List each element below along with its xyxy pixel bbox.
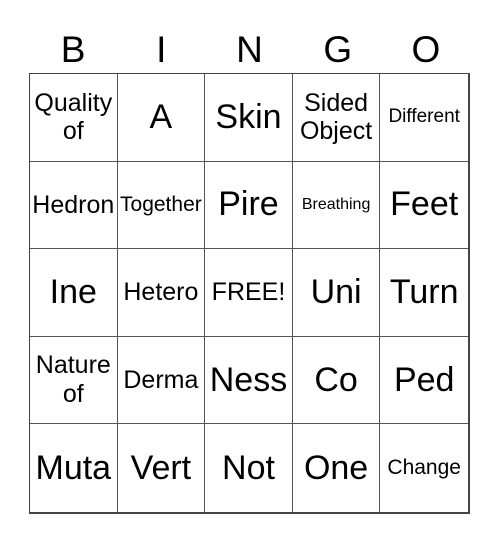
cell-text: Pire xyxy=(218,185,279,224)
bingo-cell[interactable]: Hetero xyxy=(117,249,206,337)
bingo-cell[interactable]: Skin xyxy=(205,74,293,162)
header-letter-b: B xyxy=(60,29,86,70)
cell-text: Skin xyxy=(215,97,282,136)
bingo-cell[interactable]: Quality of xyxy=(30,74,118,162)
bingo-cell[interactable]: Hedron xyxy=(30,161,118,250)
header-letter-i: I xyxy=(156,29,167,70)
bingo-cell[interactable]: Derma xyxy=(117,336,206,425)
bingo-cell[interactable]: Change xyxy=(380,424,468,512)
header-letter-g: G xyxy=(323,29,353,70)
cell-text: Not xyxy=(222,448,275,487)
free-space-cell[interactable]: FREE! xyxy=(205,249,293,337)
cell-text: Muta xyxy=(35,448,112,487)
bingo-cell[interactable]: Not xyxy=(205,424,293,512)
cell-text: Derma xyxy=(123,365,199,394)
cell-text: Ness xyxy=(209,360,288,399)
cell-text: Ine xyxy=(49,272,97,311)
cell-text: Sided Object xyxy=(299,88,373,146)
cell-text: Ped xyxy=(393,360,455,399)
bingo-cell[interactable]: Ped xyxy=(380,337,468,425)
header-letter-o: O xyxy=(411,29,441,70)
bingo-cell[interactable]: Pire xyxy=(205,161,293,250)
cell-text: Uni xyxy=(310,272,362,311)
bingo-cell[interactable]: One xyxy=(293,424,381,512)
bingo-cell[interactable]: Co xyxy=(292,336,381,425)
cell-text: A xyxy=(149,97,173,136)
bingo-cell[interactable]: Uni xyxy=(292,249,381,337)
cell-text: Nature of xyxy=(35,351,111,409)
cell-text: Co xyxy=(314,360,358,399)
bingo-cell[interactable]: Breathing xyxy=(292,161,381,250)
bingo-cell[interactable]: Vert xyxy=(118,424,206,512)
bingo-cell[interactable]: Different xyxy=(380,74,468,162)
cell-text: Turn xyxy=(389,272,459,311)
bingo-cell[interactable]: Turn xyxy=(380,249,468,337)
bingo-cell[interactable]: Sided Object xyxy=(292,74,381,162)
cell-text: One xyxy=(303,448,369,487)
bingo-cell[interactable]: Ness xyxy=(205,336,293,425)
bingo-cell[interactable]: Muta xyxy=(30,424,118,512)
bingo-header: B I N G O xyxy=(29,28,470,72)
cell-text: Hetero xyxy=(123,278,199,307)
cell-text: Feet xyxy=(390,185,459,224)
cell-text: FREE! xyxy=(211,278,286,307)
bingo-cell[interactable]: Nature of xyxy=(30,336,118,425)
cell-text: Hedron xyxy=(32,190,115,219)
bingo-cell[interactable]: Feet xyxy=(380,162,468,250)
cell-text: Vert xyxy=(130,448,192,487)
header-letter-n: N xyxy=(236,29,263,70)
cell-text: Quality of xyxy=(34,88,113,146)
bingo-cell[interactable]: A xyxy=(117,74,206,162)
cell-text: Breathing xyxy=(301,195,371,213)
bingo-board: Quality of A Skin Sided Object Different… xyxy=(29,73,470,514)
cell-text: Different xyxy=(388,106,460,128)
bingo-cell[interactable]: Ine xyxy=(30,249,118,337)
cell-text: Change xyxy=(387,456,461,480)
bingo-cell[interactable]: Together xyxy=(117,161,206,250)
cell-text: Together xyxy=(120,192,202,216)
